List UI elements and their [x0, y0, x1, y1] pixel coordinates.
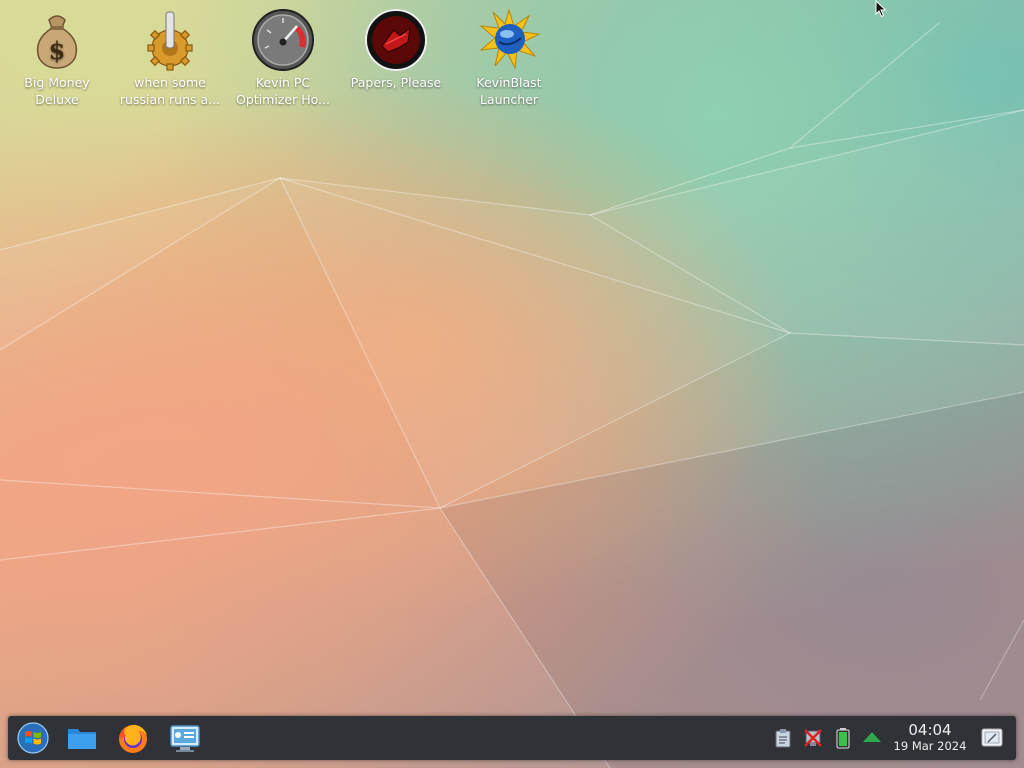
clock-date: 19 Mar 2024: [893, 739, 967, 753]
clock[interactable]: 04:04 19 Mar 2024: [888, 721, 972, 754]
clock-time: 04:04: [908, 721, 952, 739]
desktop-icon-big-money-deluxe[interactable]: $ Big Money Deluxe: [2, 8, 112, 108]
money-bag-icon: $: [36, 15, 78, 69]
control-panel-button[interactable]: [168, 721, 202, 755]
mouse-cursor-icon: [875, 0, 887, 18]
control-panel-icon: [170, 725, 200, 752]
desktop-icon-russian-game[interactable]: when some russian runs a...: [115, 8, 225, 108]
file-manager-button[interactable]: [65, 721, 99, 755]
speedometer-icon: [252, 9, 314, 71]
firefox-button[interactable]: [116, 721, 150, 755]
updates-arrow-icon[interactable]: [861, 727, 883, 749]
desktop-icon-papers-please[interactable]: Papers, Please: [341, 8, 451, 91]
firefox-icon: [119, 724, 147, 753]
desktop-icon-label: Kevin PC Optimizer Ho...: [236, 75, 330, 107]
wallpaper: [0, 21, 1024, 768]
folder-icon: [68, 729, 96, 749]
desktop-icon-label: Big Money Deluxe: [24, 75, 90, 107]
desktop-icon-label: KevinBlast Launcher: [476, 75, 542, 107]
clipboard-icon[interactable]: [773, 727, 795, 749]
battery-icon[interactable]: [832, 727, 854, 749]
desktop-icon-kevinblast-launcher[interactable]: KevinBlast Launcher: [454, 8, 564, 108]
gear-lever-icon: [147, 11, 193, 71]
start-menu-button[interactable]: [16, 721, 50, 755]
taskbar: 04:04 19 Mar 2024: [8, 716, 1016, 760]
windows-orb-icon: [17, 722, 49, 754]
svg-text:$: $: [49, 36, 66, 65]
show-desktop-icon[interactable]: [980, 726, 1004, 750]
desktop-icon-kevin-pc-optimizer[interactable]: Kevin PC Optimizer Ho...: [228, 8, 338, 108]
desktop-icon-label: when some russian runs a...: [119, 75, 221, 107]
network-disconnected-icon[interactable]: [802, 727, 824, 749]
desktop-icon-label: Papers, Please: [350, 75, 442, 90]
globe-burst-icon: [479, 8, 541, 70]
papers-please-emblem-icon: [365, 9, 427, 71]
